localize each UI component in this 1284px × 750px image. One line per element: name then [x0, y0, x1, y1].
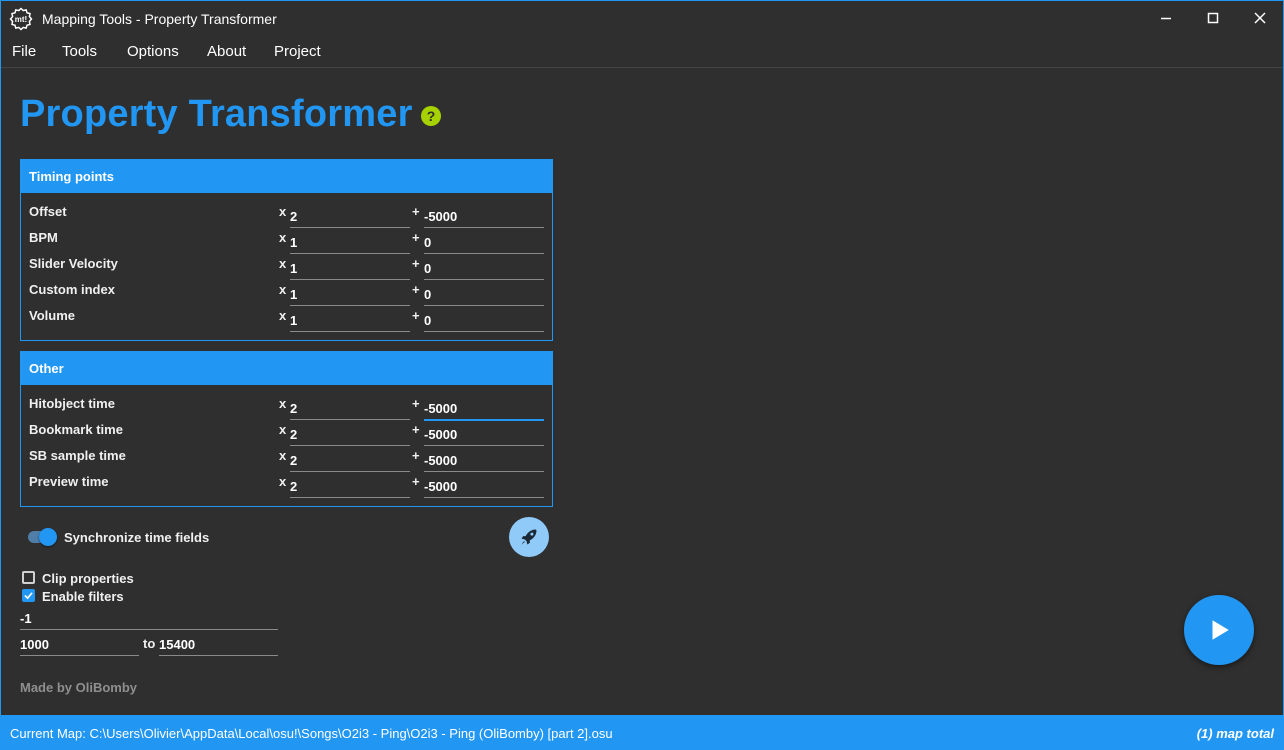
- hitobject-time-offset-input[interactable]: -5000: [424, 399, 544, 421]
- multiply-sign: x: [279, 256, 287, 271]
- multiply-sign: x: [279, 308, 287, 323]
- preview-time-offset-input[interactable]: -5000: [424, 477, 544, 498]
- to-label: to: [143, 636, 156, 651]
- bpm-multiplier-input[interactable]: 1: [290, 233, 410, 254]
- offset-row: Offset x 2 + -5000: [21, 204, 552, 230]
- multiply-sign: x: [279, 282, 287, 297]
- title-bar: mt! Mapping Tools - Property Transformer: [1, 1, 1283, 35]
- time-from-input[interactable]: 1000: [20, 635, 139, 656]
- status-bar: Current Map: C:\Users\Olivier\AppData\Lo…: [0, 715, 1284, 750]
- other-header: Other: [21, 352, 552, 385]
- close-button[interactable]: [1237, 1, 1283, 35]
- menu-options[interactable]: Options: [127, 43, 179, 60]
- maximize-button[interactable]: [1190, 1, 1236, 35]
- hitobject-time-label: Hitobject time: [29, 396, 115, 411]
- window-title: Mapping Tools - Property Transformer: [42, 11, 277, 27]
- custom-index-label: Custom index: [29, 282, 115, 297]
- offset-multiplier-input[interactable]: 2: [290, 207, 410, 228]
- maximize-icon: [1207, 12, 1219, 24]
- clip-properties-label: Clip properties: [42, 571, 134, 586]
- offset-label: Offset: [29, 204, 67, 219]
- other-group: Other Hitobject time x 2 + -5000 Bookmar…: [20, 351, 553, 507]
- enable-filters-label: Enable filters: [42, 589, 124, 604]
- add-sign: +: [412, 422, 420, 437]
- slider-velocity-offset-input[interactable]: 0: [424, 259, 544, 280]
- multiply-sign: x: [279, 204, 287, 219]
- add-sign: +: [412, 256, 420, 271]
- credit-text: Made by OliBomby: [20, 680, 138, 695]
- bookmark-time-row: Bookmark time x 2 + -5000: [21, 422, 552, 448]
- run-button[interactable]: [1184, 595, 1254, 665]
- sb-sample-time-multiplier-input[interactable]: 2: [290, 451, 410, 472]
- multiply-sign: x: [279, 396, 287, 411]
- checkmark-icon: [24, 592, 33, 600]
- bookmark-time-offset-input[interactable]: -5000: [424, 425, 544, 446]
- add-sign: +: [412, 396, 420, 411]
- rocket-icon: [521, 529, 537, 545]
- volume-offset-input[interactable]: 0: [424, 311, 544, 332]
- value-filter-input[interactable]: -1: [20, 609, 278, 630]
- bookmark-time-multiplier-input[interactable]: 2: [290, 425, 410, 446]
- sync-toggle-thumb[interactable]: [39, 528, 57, 546]
- offset-offset-input[interactable]: -5000: [424, 207, 544, 228]
- close-icon: [1254, 12, 1266, 24]
- volume-row: Volume x 1 + 0: [21, 308, 552, 334]
- sync-toggle-label: Synchronize time fields: [64, 530, 210, 545]
- clip-properties-checkbox[interactable]: [22, 571, 35, 584]
- menu-file[interactable]: File: [12, 43, 36, 60]
- add-sign: +: [412, 204, 420, 219]
- hitobject-time-multiplier-input[interactable]: 2: [290, 399, 410, 420]
- volume-multiplier-input[interactable]: 1: [290, 311, 410, 332]
- menu-project[interactable]: Project: [274, 43, 321, 60]
- custom-index-row: Custom index x 1 + 0: [21, 282, 552, 308]
- custom-index-multiplier-input[interactable]: 1: [290, 285, 410, 306]
- app-logo-icon: mt!: [9, 7, 33, 31]
- play-icon: [1212, 620, 1229, 640]
- minimize-button[interactable]: [1143, 1, 1189, 35]
- quick-run-button[interactable]: [509, 517, 549, 557]
- svg-text:mt!: mt!: [15, 15, 27, 24]
- sb-sample-time-row: SB sample time x 2 + -5000: [21, 448, 552, 474]
- time-to-input[interactable]: 15400: [159, 635, 278, 656]
- enable-filters-checkbox[interactable]: [22, 589, 35, 602]
- sb-sample-time-offset-input[interactable]: -5000: [424, 451, 544, 472]
- bpm-offset-input[interactable]: 0: [424, 233, 544, 254]
- add-sign: +: [412, 474, 420, 489]
- add-sign: +: [412, 282, 420, 297]
- menu-bar: File Tools Options About Project: [1, 35, 1283, 68]
- slider-velocity-multiplier-input[interactable]: 1: [290, 259, 410, 280]
- bookmark-time-label: Bookmark time: [29, 422, 123, 437]
- menu-tools[interactable]: Tools: [62, 43, 97, 60]
- current-map-path[interactable]: Current Map: C:\Users\Olivier\AppData\Lo…: [10, 726, 613, 741]
- bpm-label: BPM: [29, 230, 58, 245]
- page-title: Property Transformer: [20, 93, 413, 135]
- timing-points-header: Timing points: [21, 160, 552, 193]
- sb-sample-time-label: SB sample time: [29, 448, 126, 463]
- add-sign: +: [412, 230, 420, 245]
- preview-time-multiplier-input[interactable]: 2: [290, 477, 410, 498]
- add-sign: +: [412, 308, 420, 323]
- slider-velocity-row: Slider Velocity x 1 + 0: [21, 256, 552, 282]
- preview-time-label: Preview time: [29, 474, 109, 489]
- slider-velocity-label: Slider Velocity: [29, 256, 118, 271]
- menu-about[interactable]: About: [207, 43, 246, 60]
- question-icon[interactable]: ?: [421, 106, 441, 126]
- volume-label: Volume: [29, 308, 75, 323]
- custom-index-offset-input[interactable]: 0: [424, 285, 544, 306]
- multiply-sign: x: [279, 448, 287, 463]
- timing-points-group: Timing points Offset x 2 + -5000 BPM x 1…: [20, 159, 553, 341]
- map-count: (1) map total: [1196, 726, 1274, 741]
- multiply-sign: x: [279, 230, 287, 245]
- hitobject-time-row: Hitobject time x 2 + -5000: [21, 396, 552, 422]
- add-sign: +: [412, 448, 420, 463]
- minimize-icon: [1161, 17, 1171, 20]
- multiply-sign: x: [279, 474, 287, 489]
- multiply-sign: x: [279, 422, 287, 437]
- bpm-row: BPM x 1 + 0: [21, 230, 552, 256]
- preview-time-row: Preview time x 2 + -5000: [21, 474, 552, 500]
